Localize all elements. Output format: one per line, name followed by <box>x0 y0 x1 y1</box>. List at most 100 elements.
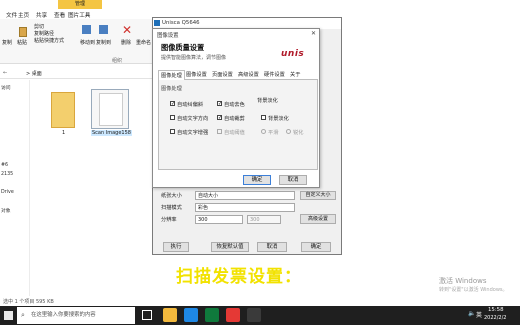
auto-threshold-label: 自动阈值 <box>224 130 245 136</box>
file-explorer-taskbar-icon[interactable] <box>163 308 177 322</box>
tab-hardware-settings[interactable]: 硬件设置 <box>262 70 287 80</box>
input-method-icon[interactable]: 英 <box>476 310 482 319</box>
scanner-ok-button[interactable]: 确定 <box>301 242 331 252</box>
auto-threshold-checkbox <box>217 129 222 134</box>
delete-button[interactable]: 删除 <box>121 39 131 46</box>
paper-size-label: 纸张大小 <box>161 193 182 199</box>
auto-orientation-label: 自动文字方向 <box>177 116 209 122</box>
navigation-pane: 访问 #6 2135 Drive 对象 <box>0 80 30 296</box>
close-icon[interactable]: ✕ <box>311 30 316 37</box>
tab-image-settings[interactable]: 图像设置 <box>184 70 209 80</box>
file-list: 1 Scan Image158 <box>31 80 152 296</box>
smooth-radio[interactable] <box>261 129 266 134</box>
paste-button[interactable]: 粘贴 <box>17 39 27 46</box>
tab-page-settings[interactable]: 页面设置 <box>210 70 235 80</box>
tab-advanced-settings[interactable]: 高级设置 <box>236 70 261 80</box>
activate-windows-hint: 转到"设置"以激活 Windows。 <box>439 287 508 293</box>
auto-text-enhance-label: 自动文字增强 <box>177 130 209 136</box>
resolution-label: 分辨率 <box>161 217 177 223</box>
execute-button[interactable]: 执行 <box>163 242 189 252</box>
paste-shortcut-button[interactable]: 粘贴快捷方式 <box>34 37 64 44</box>
task-view-icon[interactable] <box>142 310 152 320</box>
background-fade-label: 背景淡化 <box>268 116 289 122</box>
auto-deskew-label: 自动纠偏斜 <box>177 102 203 108</box>
image-name[interactable]: Scan Image158 <box>91 130 132 136</box>
advanced-settings-button[interactable]: 高级设置 <box>300 214 336 224</box>
edge-taskbar-icon[interactable] <box>184 308 198 322</box>
auto-color-checkbox[interactable]: ✓ <box>217 101 222 107</box>
group-label-image-processing: 图像处理 <box>161 86 182 92</box>
folder-icon[interactable] <box>51 92 75 128</box>
nav-item[interactable]: Drive <box>1 190 14 195</box>
tab-home[interactable]: 主页 <box>18 11 29 19</box>
nav-item[interactable]: #6 <box>1 163 8 168</box>
dialog-cancel-button[interactable]: 取消 <box>279 175 307 185</box>
auto-deskew-checkbox[interactable]: ✓ <box>170 101 175 107</box>
taskbar-search-input[interactable]: 在这里输入你要搜索的内容 <box>17 307 135 324</box>
store-taskbar-icon[interactable] <box>205 308 219 322</box>
nav-item[interactable]: 2135 <box>1 172 13 177</box>
windows-start-icon[interactable] <box>4 311 13 320</box>
chrome-taskbar-icon[interactable] <box>226 308 240 322</box>
sharpen-radio[interactable] <box>286 129 291 134</box>
move-to-icon <box>82 25 91 34</box>
auto-crop-label: 自动裁剪 <box>224 116 245 122</box>
dialog-heading: 图像质量设置 <box>161 43 205 52</box>
resolution-secondary-value: 300 <box>250 217 260 223</box>
address-path[interactable]: > 桌面 <box>26 70 42 77</box>
tab-image-processing[interactable]: 图像处理 <box>158 70 185 80</box>
clock-time[interactable]: 15:58 <box>488 307 504 313</box>
resolution-select[interactable]: 300 <box>195 215 243 224</box>
explorer-ribbon: 复制 粘贴 剪切 复制路径 粘贴快捷方式 移动到 复制到 ✕ 删除 重命名 组织 <box>0 19 152 64</box>
tab-share[interactable]: 共享 <box>36 11 47 19</box>
scanner-cancel-button[interactable]: 取消 <box>257 242 287 252</box>
rename-button[interactable]: 重命名 <box>136 39 151 46</box>
copy-button[interactable]: 复制 <box>2 39 12 46</box>
image-processing-panel <box>158 80 318 170</box>
clock-date[interactable]: 2022/2/2 <box>484 315 506 321</box>
custom-size-button[interactable]: 自定义大小 <box>300 191 336 200</box>
unis-logo: unis <box>281 49 305 59</box>
scanner-app-icon <box>154 20 160 26</box>
search-icon: ⌕ <box>21 311 25 319</box>
copy-to-button[interactable]: 复制到 <box>96 39 111 46</box>
paper-size-select[interactable]: 自动大小 <box>195 191 295 200</box>
scan-mode-select[interactable]: 彩色 <box>195 203 295 212</box>
activate-windows-title: 激活 Windows <box>439 277 487 285</box>
back-arrow-icon[interactable]: ← <box>3 70 7 76</box>
sharpen-label: 锐化 <box>293 130 304 136</box>
tab-view[interactable]: 查看 <box>54 11 65 19</box>
auto-crop-checkbox[interactable]: ✓ <box>217 115 222 121</box>
auto-text-enhance-checkbox[interactable] <box>170 129 175 134</box>
dialog-ok-button[interactable]: 确定 <box>243 175 271 185</box>
folder-name[interactable]: 1 <box>62 130 65 136</box>
scan-mode-value: 彩色 <box>198 205 209 211</box>
background-fade-checkbox[interactable] <box>261 115 266 120</box>
auto-color-label: 自动去色 <box>224 102 245 108</box>
cut-button[interactable]: 剪切 <box>34 23 44 30</box>
paper-size-value: 自动大小 <box>198 193 219 199</box>
address-bar[interactable]: ← > 桌面 <box>0 68 152 79</box>
settings-tabs: 图像处理 图像设置 页面设置 高级设置 硬件设置 关于 <box>158 70 318 80</box>
image-thumbnail[interactable] <box>91 89 129 129</box>
copy-path-button[interactable]: 复制路径 <box>34 30 54 37</box>
dialog-window-title: 图像设置 <box>157 33 179 39</box>
tab-about[interactable]: 关于 <box>288 70 302 80</box>
auto-orientation-checkbox[interactable] <box>170 115 175 120</box>
nav-item[interactable]: 访问 <box>1 84 11 91</box>
caption-text: 扫描发票设置： <box>176 267 302 287</box>
status-bar: 选中 1 个项目 595 KB <box>3 299 54 305</box>
tab-file[interactable]: 文件 <box>6 11 17 19</box>
move-to-button[interactable]: 移动到 <box>80 39 95 46</box>
volume-icon[interactable]: 🔈 <box>468 310 475 317</box>
nav-item[interactable]: 对象 <box>1 207 11 214</box>
tab-manage[interactable]: 管理 <box>58 0 102 9</box>
scan-mode-label: 扫描模式 <box>161 205 182 211</box>
paste-icon <box>19 27 27 37</box>
ribbon-group-organize: 组织 <box>112 58 123 64</box>
scanner-taskbar-icon[interactable] <box>247 308 261 322</box>
smooth-label: 平滑 <box>268 130 279 136</box>
restore-default-button[interactable]: 恢复默认值 <box>211 242 249 252</box>
tab-picture-tools[interactable]: 图片工具 <box>68 11 90 19</box>
copy-to-icon <box>99 25 108 34</box>
